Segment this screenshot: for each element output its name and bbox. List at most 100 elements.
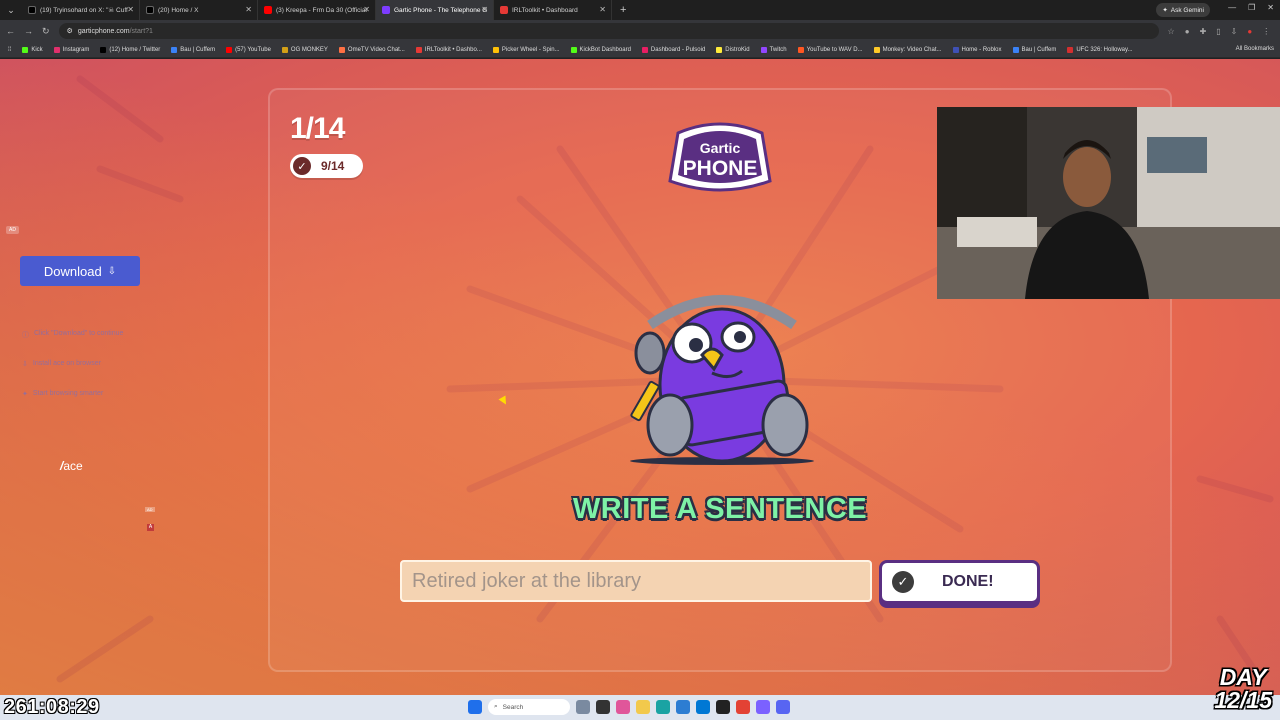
- tab-search-icon[interactable]: ⌄: [0, 0, 22, 20]
- bookmark-item[interactable]: Picker Wheel - Spin...: [492, 46, 560, 53]
- bookmark-favicon-icon: [492, 46, 499, 53]
- bookmark-favicon-icon: [873, 46, 880, 53]
- gartic-phone-logo: Gartic PHONE: [668, 122, 772, 192]
- stream-timer: 261:08:29: [4, 696, 100, 718]
- menu-icon[interactable]: ⋮: [1262, 27, 1270, 36]
- edge-icon[interactable]: [656, 700, 670, 714]
- url-path: /start?1: [129, 27, 153, 35]
- bookmark-favicon-icon: [570, 46, 577, 53]
- bookmark-item[interactable]: Kick: [22, 46, 43, 53]
- extension-icon[interactable]: ●: [1185, 27, 1190, 36]
- bookmark-label: Bau | Cuffem: [180, 46, 216, 53]
- bookmark-item[interactable]: Monkey: Video Chat...: [873, 46, 942, 53]
- minimize-icon[interactable]: —: [1228, 3, 1236, 12]
- check-icon: ✓: [293, 157, 311, 175]
- page-content: AD Download ⇩ ⓘ Click "Download" to conti…: [0, 59, 1280, 695]
- tab-0[interactable]: (19) Tryinsohard on X: "☠ Cuff ✕: [22, 0, 140, 20]
- sparkle-icon: ✦: [1162, 7, 1168, 14]
- close-icon[interactable]: ✕: [481, 5, 488, 14]
- check-icon: ✓: [892, 571, 914, 593]
- bookmark-star-icon[interactable]: ☆: [1168, 27, 1175, 36]
- store-icon[interactable]: [676, 700, 690, 714]
- bookmark-label: OmeTV Video Chat...: [347, 46, 405, 53]
- ad-download-button[interactable]: Download ⇩: [20, 256, 140, 286]
- discord-icon[interactable]: [776, 700, 790, 714]
- bookmark-item[interactable]: Home - Roblox: [952, 46, 1002, 53]
- file-explorer-icon[interactable]: [636, 700, 650, 714]
- tab-label: Gartic Phone - The Telephone G: [394, 6, 488, 14]
- ad-mini-tag: AD: [145, 507, 155, 512]
- bookmark-item[interactable]: Twitch: [760, 46, 787, 53]
- bookmark-item[interactable]: OmeTV Video Chat...: [338, 46, 405, 53]
- bookmark-label: (12) Home / Twitter: [109, 46, 161, 53]
- url-field[interactable]: ⚙ garticphone.com/start?1: [58, 23, 1159, 39]
- youtube-icon: [264, 6, 272, 14]
- tab-4[interactable]: IRLToolkit • Dashboard ✕: [494, 0, 612, 20]
- reload-icon[interactable]: ↻: [42, 26, 50, 37]
- bookmark-item[interactable]: OG MONKEY: [281, 46, 328, 53]
- bookmark-item[interactable]: Dashboard - Pulsoid: [641, 46, 705, 53]
- close-icon[interactable]: ✕: [363, 5, 370, 14]
- close-window-icon[interactable]: ✕: [1267, 3, 1274, 12]
- widgets-icon[interactable]: [576, 700, 590, 714]
- done-label: DONE!: [942, 573, 994, 590]
- taskbar-search[interactable]: ⌕ Search: [488, 699, 570, 715]
- bookmark-label: IRLToolkit • Dashbo...: [424, 46, 482, 53]
- app-icon-2[interactable]: [756, 700, 770, 714]
- logo-bottom-text: PHONE: [683, 157, 758, 180]
- done-button[interactable]: ✓ DONE!: [879, 560, 1040, 604]
- bookmark-item[interactable]: Bau | Cuffem: [171, 46, 216, 53]
- bookmark-item[interactable]: (12) Home / Twitter: [100, 46, 161, 53]
- bookmark-item[interactable]: KickBot Dashboard: [570, 46, 631, 53]
- bookmark-item[interactable]: (57) YouTube: [226, 46, 271, 53]
- ask-gemini-label: Ask Gemini: [1170, 6, 1204, 14]
- players-done-pill: ✓ 9/14: [290, 154, 363, 178]
- bookmark-item[interactable]: Bau | Cuffem: [1012, 46, 1056, 53]
- bookmark-item[interactable]: UFC 326: Holloway...: [1067, 46, 1133, 53]
- window-controls: — ❐ ✕: [1228, 3, 1274, 12]
- day-count: 12/15: [1214, 687, 1272, 713]
- apps-icon[interactable]: ⁞⁞: [8, 47, 11, 53]
- windows-start-icon[interactable]: [468, 700, 482, 714]
- tab-1[interactable]: (20) Home / X ✕: [140, 0, 258, 20]
- ace-brand-text: ace: [63, 459, 83, 473]
- bookmark-favicon-icon: [760, 46, 767, 53]
- sidebar-icon[interactable]: ▯: [1216, 27, 1220, 36]
- maximize-icon[interactable]: ❐: [1248, 3, 1255, 12]
- close-icon[interactable]: ✕: [127, 5, 134, 14]
- bookmark-item[interactable]: YouTube to WAV D...: [797, 46, 863, 53]
- close-icon[interactable]: ✕: [245, 5, 252, 14]
- ad-badge[interactable]: A: [147, 524, 154, 531]
- close-icon[interactable]: ✕: [599, 5, 606, 14]
- app-icon[interactable]: [616, 700, 630, 714]
- downloads-icon[interactable]: ⇩: [1231, 27, 1238, 36]
- logo-top-text: Gartic: [700, 140, 741, 156]
- bookmark-favicon-icon: [415, 46, 422, 53]
- back-icon[interactable]: ←: [6, 26, 15, 36]
- players-done-count: 9/14: [321, 159, 345, 173]
- download-icon: ⇩: [107, 265, 117, 277]
- day-counter: DAY 12/15: [1214, 666, 1272, 712]
- bookmark-item[interactable]: DistroKid: [716, 46, 750, 53]
- profile-avatar-icon[interactable]: ●: [1247, 27, 1252, 36]
- sentence-input[interactable]: [400, 560, 872, 602]
- tab-2[interactable]: (3) Kreepa - Frm Da 30 (Official ✕: [258, 0, 376, 20]
- new-tab-button[interactable]: +: [612, 4, 634, 16]
- bookmark-label: UFC 326: Holloway...: [1076, 46, 1133, 53]
- ask-gemini-button[interactable]: ✦ Ask Gemini: [1156, 3, 1210, 17]
- chrome-icon[interactable]: [736, 700, 750, 714]
- bookmark-item[interactable]: Instagram: [53, 46, 89, 53]
- day-label: DAY: [1219, 664, 1267, 690]
- site-info-icon[interactable]: ⚙: [67, 27, 73, 35]
- all-bookmarks-button[interactable]: All Bookmarks: [1236, 46, 1274, 52]
- forward-icon[interactable]: →: [24, 26, 33, 36]
- task-view-icon[interactable]: [596, 700, 610, 714]
- bookmark-favicon-icon: [797, 46, 804, 53]
- bookmark-favicon-icon: [226, 46, 233, 53]
- bookmark-item[interactable]: IRLToolkit • Dashbo...: [415, 46, 482, 53]
- obs-icon[interactable]: [716, 700, 730, 714]
- tab-3[interactable]: Gartic Phone - The Telephone G ✕: [376, 0, 494, 20]
- extensions-puzzle-icon[interactable]: ✚: [1200, 27, 1207, 36]
- ace-logo[interactable]: /ace: [60, 459, 83, 473]
- mail-icon[interactable]: [696, 700, 710, 714]
